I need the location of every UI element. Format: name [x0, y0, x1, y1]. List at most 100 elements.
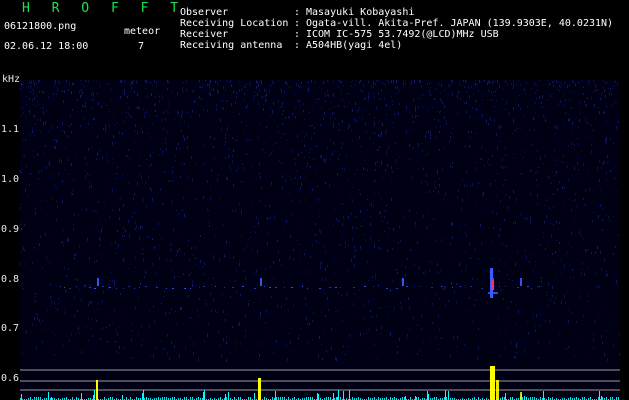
noise-speck: [485, 241, 486, 242]
noise-speck: [286, 220, 287, 223]
echo-dot: [527, 286, 529, 287]
echo-dot: [264, 286, 265, 287]
noise-speck: [287, 140, 288, 141]
noise-speck: [29, 183, 30, 185]
noise-speck: [50, 306, 51, 307]
noise-speck: [549, 207, 550, 210]
noise-speck: [344, 168, 345, 171]
noise-speck: [493, 80, 494, 83]
noise-speck: [535, 92, 536, 94]
noise-speck: [182, 209, 183, 211]
noise-speck: [342, 142, 343, 145]
noise-speck: [233, 184, 234, 187]
noise-speck: [337, 311, 338, 312]
noise-speck: [308, 341, 309, 343]
noise-speck: [189, 187, 190, 188]
noise-speck: [597, 168, 598, 170]
noise-speck: [117, 166, 118, 168]
noise-speck: [576, 156, 577, 157]
noise-speck: [91, 147, 92, 149]
noise-speck: [464, 103, 465, 104]
noise-speck: [58, 80, 59, 83]
noise-speck: [453, 257, 454, 258]
noise-speck: [486, 271, 487, 272]
noise-speck: [390, 333, 391, 336]
noise-speck: [62, 122, 63, 125]
noise-speck: [330, 159, 331, 160]
noise-speck: [150, 355, 151, 356]
noise-speck: [445, 303, 446, 306]
noise-speck: [475, 80, 476, 81]
noise-speck: [328, 95, 329, 97]
noise-speck: [320, 155, 321, 158]
noise-speck: [554, 180, 555, 181]
noise-speck: [55, 239, 56, 240]
noise-speck: [34, 134, 35, 136]
noise-speck: [135, 307, 136, 309]
noise-speck: [109, 125, 110, 127]
noise-speck: [191, 116, 192, 118]
noise-speck: [559, 334, 560, 335]
noise-speck: [191, 156, 192, 159]
noise-speck: [310, 308, 311, 309]
noise-speck: [600, 251, 601, 254]
noise-speck: [386, 115, 387, 116]
noise-speck: [375, 162, 376, 165]
noise-speck: [546, 199, 547, 201]
noise-speck: [527, 135, 528, 136]
noise-speck: [244, 310, 245, 311]
noise-speck: [254, 226, 255, 227]
noise-speck: [452, 166, 453, 168]
noise-speck: [548, 176, 549, 177]
noise-speck: [537, 202, 538, 205]
noise-speck: [25, 263, 26, 265]
noise-speck: [32, 262, 33, 264]
noise-speck: [217, 81, 218, 83]
noise-speck: [523, 89, 524, 91]
noise-speck: [429, 269, 430, 272]
noise-speck: [321, 311, 322, 313]
noise-speck: [391, 166, 392, 169]
noise-speck: [139, 165, 140, 167]
noise-speck: [463, 180, 464, 181]
noise-speck: [425, 181, 426, 183]
noise-speck: [239, 260, 240, 261]
noise-speck: [105, 127, 106, 130]
noise-speck: [601, 335, 602, 338]
noise-speck: [24, 224, 25, 226]
noise-speck: [195, 264, 196, 265]
noise-speck: [437, 173, 438, 174]
noise-speck: [138, 297, 139, 299]
noise-speck: [516, 343, 517, 345]
noise-speck: [568, 320, 569, 323]
noise-speck: [135, 130, 136, 132]
noise-speck: [430, 87, 431, 88]
noise-speck: [308, 81, 309, 83]
noise-speck: [338, 191, 339, 192]
noise-speck: [583, 315, 584, 318]
noise-speck: [108, 83, 109, 85]
noise-speck: [421, 314, 422, 315]
noise-speck: [587, 268, 588, 269]
noise-speck: [352, 187, 353, 188]
noise-speck: [347, 293, 348, 295]
noise-speck: [88, 148, 89, 151]
meteor-echo: [402, 278, 404, 286]
noise-speck: [88, 317, 89, 320]
noise-speck: [385, 169, 386, 172]
noise-speck: [168, 81, 169, 84]
noise-speck: [211, 89, 212, 91]
noise-speck: [293, 249, 294, 251]
meteor-echo-core: [491, 280, 494, 290]
noise-speck: [204, 84, 205, 85]
noise-speck: [382, 123, 383, 126]
noise-speck: [260, 123, 261, 125]
noise-speck: [70, 137, 71, 138]
noise-speck: [489, 271, 490, 274]
noise-speck: [53, 93, 54, 95]
noise-speck: [516, 101, 517, 102]
noise-speck: [392, 280, 393, 282]
noise-speck: [403, 215, 404, 216]
noise-speck: [527, 321, 528, 323]
noise-speck: [217, 178, 218, 181]
